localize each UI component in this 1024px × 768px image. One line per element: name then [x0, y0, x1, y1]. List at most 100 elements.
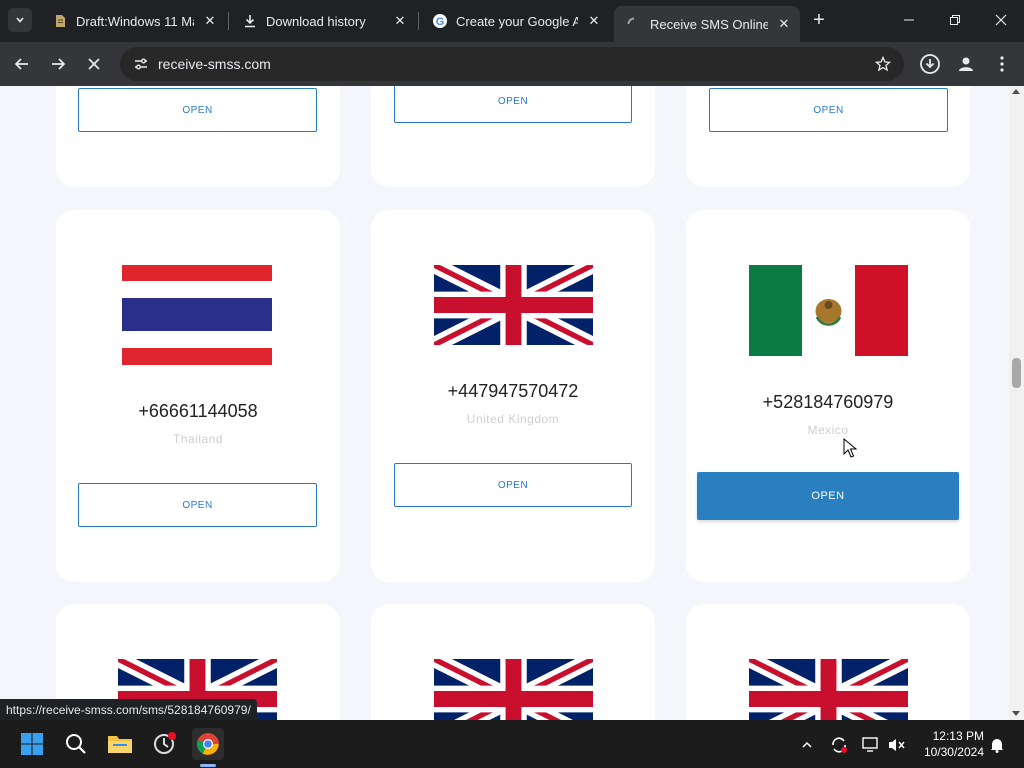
- tab-separator: [228, 12, 229, 30]
- speaker-muted-icon: [889, 739, 905, 751]
- country-name: Thailand: [172, 432, 224, 446]
- bookmark-star-icon[interactable]: [868, 56, 898, 72]
- profile-button[interactable]: [952, 50, 980, 78]
- status-bar-url: https://receive-smss.com/sms/52818476097…: [0, 699, 257, 720]
- thailand-flag-icon: [122, 265, 272, 365]
- sync-icon: [832, 737, 847, 753]
- taskbar-search-button[interactable]: [60, 728, 92, 760]
- stop-loading-button[interactable]: [80, 50, 108, 78]
- app-icon: [154, 732, 176, 754]
- tab-label: Download history: [266, 13, 366, 29]
- address-bar[interactable]: receive-smss.com: [120, 47, 904, 81]
- page-viewport[interactable]: OPEN OPEN OPEN +66661144058 Thailand OPE…: [0, 86, 1024, 720]
- browser-toolbar: receive-smss.com: [0, 42, 1024, 86]
- number-card: OPEN: [56, 86, 340, 187]
- close-tab-icon[interactable]: ✕: [586, 13, 602, 29]
- minimize-icon: [904, 19, 914, 21]
- close-tab-icon[interactable]: ✕: [202, 13, 218, 29]
- scroll-down-arrow-icon[interactable]: [1012, 711, 1020, 716]
- open-button[interactable]: OPEN: [78, 88, 317, 132]
- active-app-indicator: [200, 764, 216, 767]
- close-tab-icon[interactable]: ✕: [776, 16, 792, 32]
- kebab-menu-icon: [1000, 56, 1004, 72]
- svg-text:G: G: [436, 16, 445, 28]
- phone-number: +66661144058: [138, 401, 258, 421]
- open-button[interactable]: OPEN: [78, 483, 317, 527]
- downloads-button[interactable]: [916, 50, 944, 78]
- chrome-taskbar-button[interactable]: [192, 728, 224, 760]
- tab-download-history[interactable]: Download history ✕: [230, 6, 416, 36]
- mouse-cursor-icon: [843, 438, 857, 458]
- chrome-icon: [196, 733, 219, 755]
- number-card-uk: [686, 604, 970, 720]
- number-card-mexico: +528184760979 Mexico OPEN: [686, 210, 970, 582]
- tab-receive-sms[interactable]: Receive SMS Online | 1 ✕: [614, 6, 800, 42]
- scroll-thumb[interactable]: [1012, 358, 1021, 388]
- sync-tray-icon[interactable]: [828, 734, 850, 756]
- close-tab-icon[interactable]: ✕: [392, 13, 408, 29]
- number-card-uk: +447947570472 United Kingdom OPEN: [371, 210, 655, 582]
- uk-flag-icon: [749, 659, 908, 720]
- windows-logo-icon: [21, 733, 43, 755]
- back-arrow-icon: [14, 58, 28, 70]
- tab-search-button[interactable]: [8, 8, 32, 32]
- start-button[interactable]: [16, 728, 48, 760]
- open-button[interactable]: OPEN: [394, 463, 632, 507]
- phone-number: +528184760979: [762, 392, 894, 412]
- forward-arrow-icon: [52, 58, 66, 70]
- minimize-button[interactable]: [886, 0, 932, 40]
- tab-separator: [418, 12, 419, 30]
- network-tray-icon[interactable]: [860, 734, 882, 756]
- tab-label: Draft:Windows 11 Mac: [76, 13, 194, 29]
- back-button[interactable]: [8, 50, 36, 78]
- number-card: OPEN: [686, 86, 970, 187]
- scroll-up-arrow-icon[interactable]: [1012, 89, 1020, 94]
- tab-draft[interactable]: Draft:Windows 11 Mac ✕: [40, 6, 226, 36]
- profile-icon: [959, 57, 973, 71]
- restore-icon: [950, 15, 960, 25]
- open-button-hovered[interactable]: OPEN: [697, 472, 959, 520]
- tab-google-account[interactable]: G Create your Google Ac ✕: [420, 6, 610, 36]
- close-icon: [995, 14, 1007, 26]
- folder-icon: [108, 736, 132, 753]
- notifications-button[interactable]: [986, 734, 1008, 756]
- open-button[interactable]: OPEN: [394, 86, 632, 123]
- number-card-uk: [371, 604, 655, 720]
- forward-button[interactable]: [44, 50, 72, 78]
- open-button[interactable]: OPEN: [709, 88, 948, 132]
- uk-flag-icon: [434, 265, 593, 345]
- url-text: receive-smss.com: [158, 56, 271, 72]
- taskbar-clock[interactable]: 12:13 PM 10/30/2024: [914, 728, 984, 760]
- menu-button[interactable]: [988, 50, 1016, 78]
- vertical-scrollbar[interactable]: [1009, 86, 1024, 720]
- number-card: OPEN: [371, 86, 655, 187]
- document-favicon-icon: [52, 13, 68, 29]
- uk-flag-icon: [434, 659, 593, 720]
- country-name: Mexico: [807, 423, 849, 437]
- tab-label: Create your Google Ac: [456, 13, 578, 29]
- bell-icon: [990, 739, 1004, 753]
- monitor-icon: [862, 737, 878, 752]
- google-favicon-icon: G: [432, 13, 448, 29]
- download-icon: [242, 13, 258, 29]
- chevron-down-icon: [16, 17, 24, 23]
- download-circle-icon: [920, 54, 940, 74]
- show-hidden-icons-button[interactable]: [796, 734, 818, 756]
- clock-date: 10/30/2024: [923, 745, 984, 759]
- tab-strip: Draft:Windows 11 Mac ✕ Download history …: [0, 0, 1024, 42]
- number-card-thailand: +66661144058 Thailand OPEN: [56, 210, 340, 582]
- file-explorer-button[interactable]: [104, 728, 136, 760]
- volume-tray-icon[interactable]: [886, 734, 908, 756]
- tab-label: Receive SMS Online | 1: [650, 16, 768, 32]
- phone-number: +447947570472: [447, 381, 579, 401]
- loading-spinner-icon: [626, 16, 642, 32]
- restore-button[interactable]: [932, 0, 978, 40]
- close-window-button[interactable]: [978, 0, 1024, 40]
- chevron-up-icon: [802, 741, 812, 748]
- close-icon: [88, 58, 100, 70]
- settings-app-button[interactable]: [148, 728, 180, 760]
- clock-time: 12:13 PM: [932, 729, 984, 743]
- country-name: United Kingdom: [466, 412, 560, 426]
- new-tab-button[interactable]: +: [808, 9, 830, 31]
- site-settings-icon[interactable]: [126, 56, 156, 72]
